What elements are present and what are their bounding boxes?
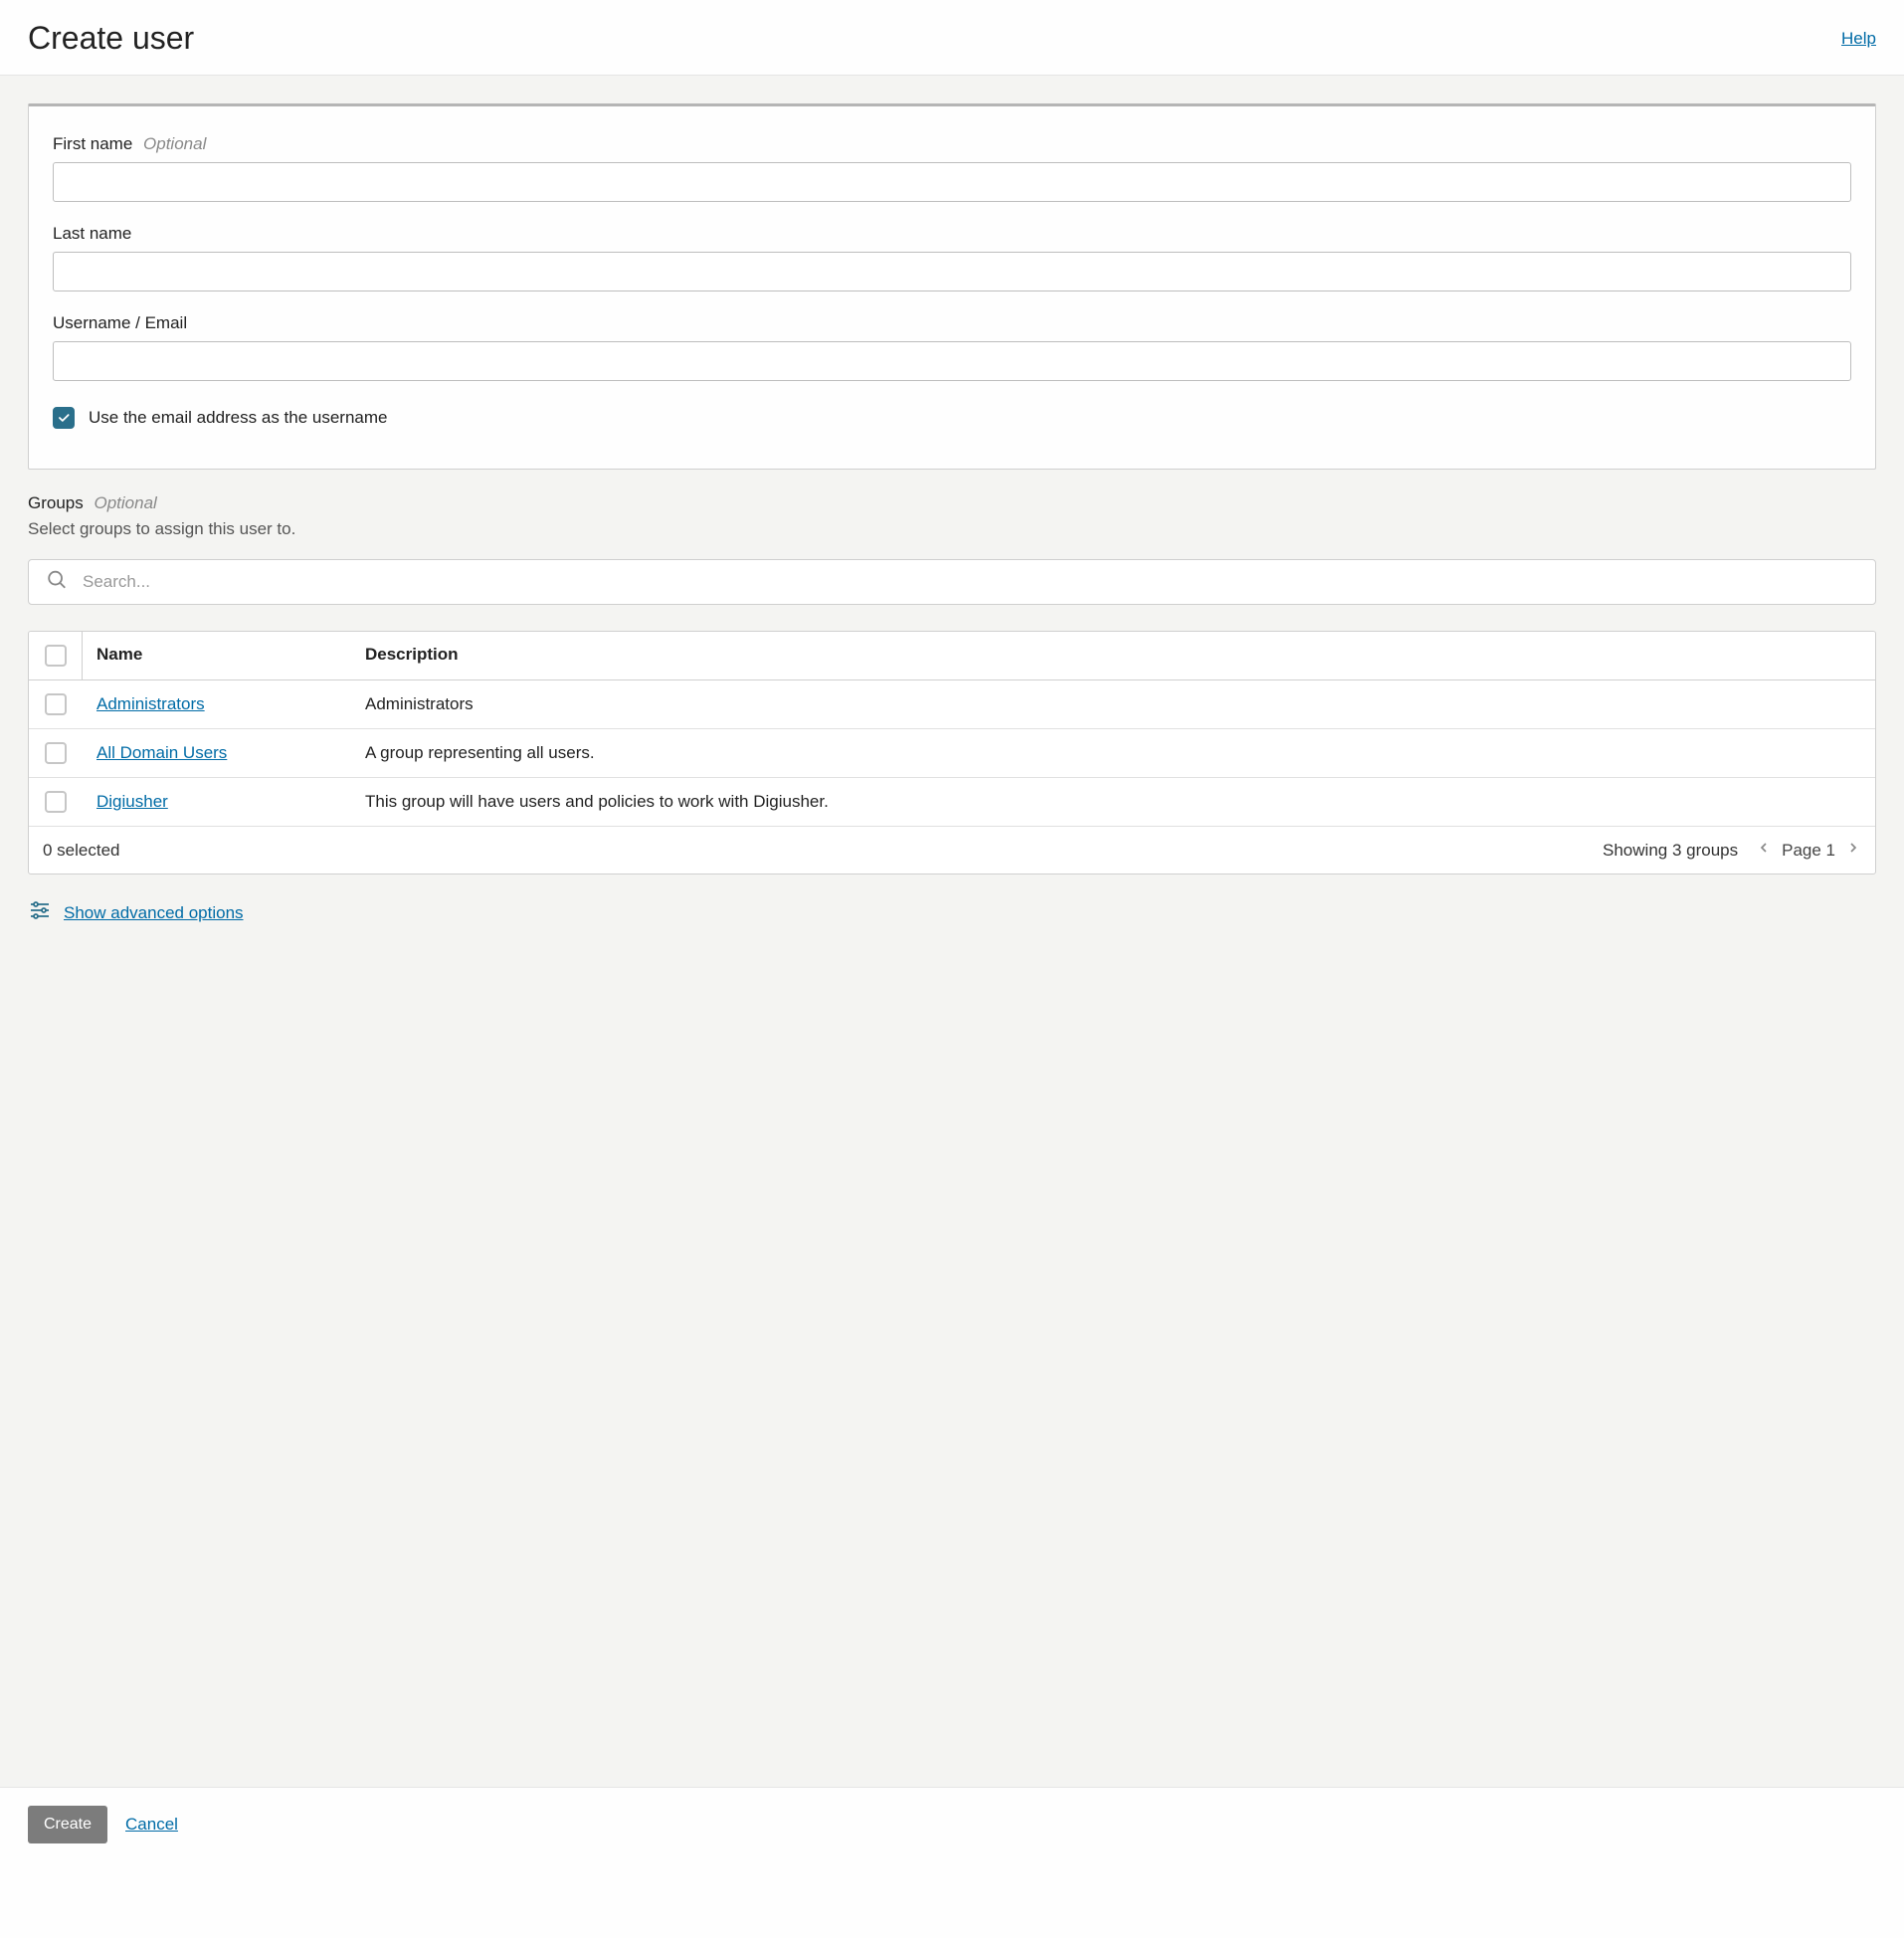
groups-optional: Optional <box>94 493 156 512</box>
last-name-label: Last name <box>53 224 1851 244</box>
chevron-left-icon <box>1756 840 1772 856</box>
table-row: Administrators Administrators <box>29 680 1875 729</box>
row-checkbox[interactable] <box>45 742 67 764</box>
next-page-button[interactable] <box>1845 840 1861 861</box>
group-link[interactable]: Digiusher <box>96 792 168 811</box>
group-link[interactable]: All Domain Users <box>96 743 227 762</box>
table-row: Digiusher This group will have users and… <box>29 778 1875 827</box>
cancel-link[interactable]: Cancel <box>125 1815 178 1835</box>
create-button[interactable]: Create <box>28 1806 107 1843</box>
username-label: Username / Email <box>53 313 1851 333</box>
groups-search-input[interactable] <box>28 559 1876 605</box>
first-name-input[interactable] <box>53 162 1851 202</box>
user-details-card: First name Optional Last name Username /… <box>28 103 1876 470</box>
check-icon <box>57 411 71 425</box>
page-title: Create user <box>28 20 194 57</box>
show-advanced-options-link[interactable]: Show advanced options <box>64 903 244 923</box>
prev-page-button[interactable] <box>1756 840 1772 861</box>
group-description: Administrators <box>351 681 1875 727</box>
first-name-label-text: First name <box>53 134 132 153</box>
first-name-optional: Optional <box>143 134 206 153</box>
select-all-checkbox[interactable] <box>45 645 67 667</box>
groups-table: Name Description Administrators Administ… <box>28 631 1876 874</box>
last-name-input[interactable] <box>53 252 1851 291</box>
table-header: Name Description <box>29 632 1875 680</box>
selected-count: 0 selected <box>43 841 120 861</box>
group-link[interactable]: Administrators <box>96 694 205 713</box>
group-description: A group representing all users. <box>351 730 1875 776</box>
page-indicator: Page 1 <box>1782 841 1835 861</box>
chevron-right-icon <box>1845 840 1861 856</box>
first-name-label: First name Optional <box>53 134 1851 154</box>
groups-description: Select groups to assign this user to. <box>28 519 1876 539</box>
sliders-icon <box>28 898 52 927</box>
use-email-checkbox-label: Use the email address as the username <box>89 408 388 428</box>
row-checkbox[interactable] <box>45 791 67 813</box>
column-header-description: Description <box>351 632 1875 679</box>
groups-section-label: Groups Optional <box>28 493 1876 513</box>
column-header-name: Name <box>83 632 351 679</box>
groups-label-text: Groups <box>28 493 84 512</box>
help-link[interactable]: Help <box>1841 29 1876 49</box>
search-icon <box>46 569 68 596</box>
table-row: All Domain Users A group representing al… <box>29 729 1875 778</box>
group-description: This group will have users and policies … <box>351 779 1875 825</box>
username-input[interactable] <box>53 341 1851 381</box>
row-checkbox[interactable] <box>45 693 67 715</box>
showing-count: Showing 3 groups <box>1603 841 1738 861</box>
use-email-checkbox[interactable] <box>53 407 75 429</box>
